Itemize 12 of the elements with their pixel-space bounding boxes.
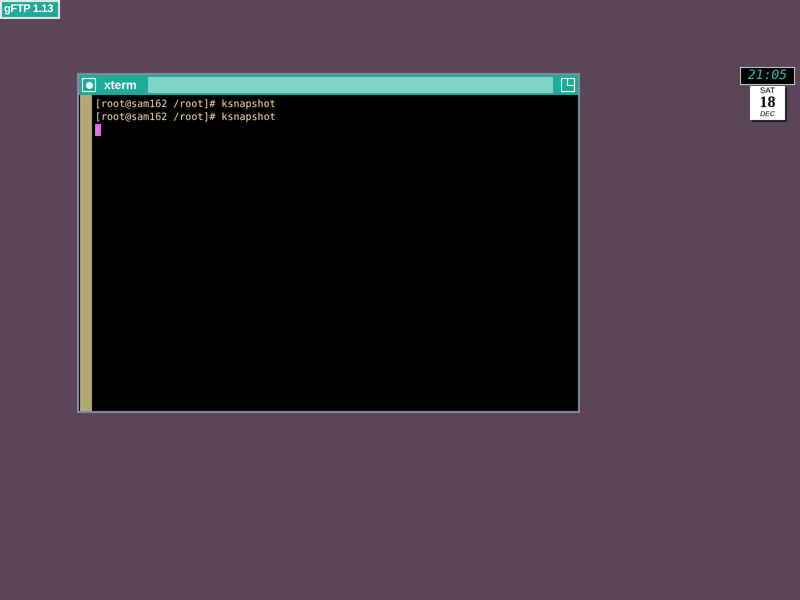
title-bar[interactable]: xterm	[79, 75, 578, 95]
day-number: 18	[760, 95, 776, 111]
terminal-line: [root@sam162 /root]# ksnapshot	[95, 98, 277, 111]
weekday-label: SAT	[760, 87, 775, 95]
terminal-line: [root@sam162 /root]# ksnapshot	[95, 111, 277, 124]
text-cursor	[95, 124, 101, 136]
app-label[interactable]: gFTP 1.13	[0, 0, 60, 19]
window-title: xterm	[103, 77, 138, 94]
window-menu-icon[interactable]	[82, 78, 96, 92]
maximize-icon[interactable]	[561, 78, 575, 92]
scrollbar[interactable]	[80, 95, 92, 411]
clock: 21:05	[740, 67, 795, 85]
